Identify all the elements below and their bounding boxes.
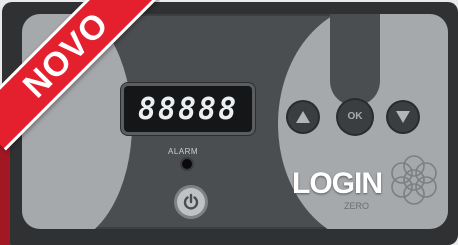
- ok-label: OK: [347, 111, 363, 122]
- alarm-led: [182, 159, 192, 169]
- brand-logo: LOGIN: [292, 167, 383, 200]
- new-ribbon: NOVO: [0, 0, 160, 151]
- down-button[interactable]: [388, 102, 418, 132]
- power-icon: [183, 193, 199, 210]
- up-arrow-icon: [296, 111, 310, 123]
- ok-button[interactable]: OK: [338, 100, 372, 134]
- power-button[interactable]: [177, 188, 205, 216]
- panel-top-notch: [330, 14, 380, 106]
- ribbon-container: NOVO: [0, 0, 160, 160]
- logo-rosette-icon: [391, 155, 437, 205]
- down-arrow-icon: [396, 111, 410, 123]
- alarm-label: ALARM: [168, 147, 199, 156]
- brand-sub: ZERO: [344, 201, 370, 211]
- product-image: 88888 ALARM OK LOGIN ZERO NOVO: [0, 0, 458, 245]
- ribbon-text: NOVO: [15, 4, 117, 106]
- up-button[interactable]: [288, 102, 318, 132]
